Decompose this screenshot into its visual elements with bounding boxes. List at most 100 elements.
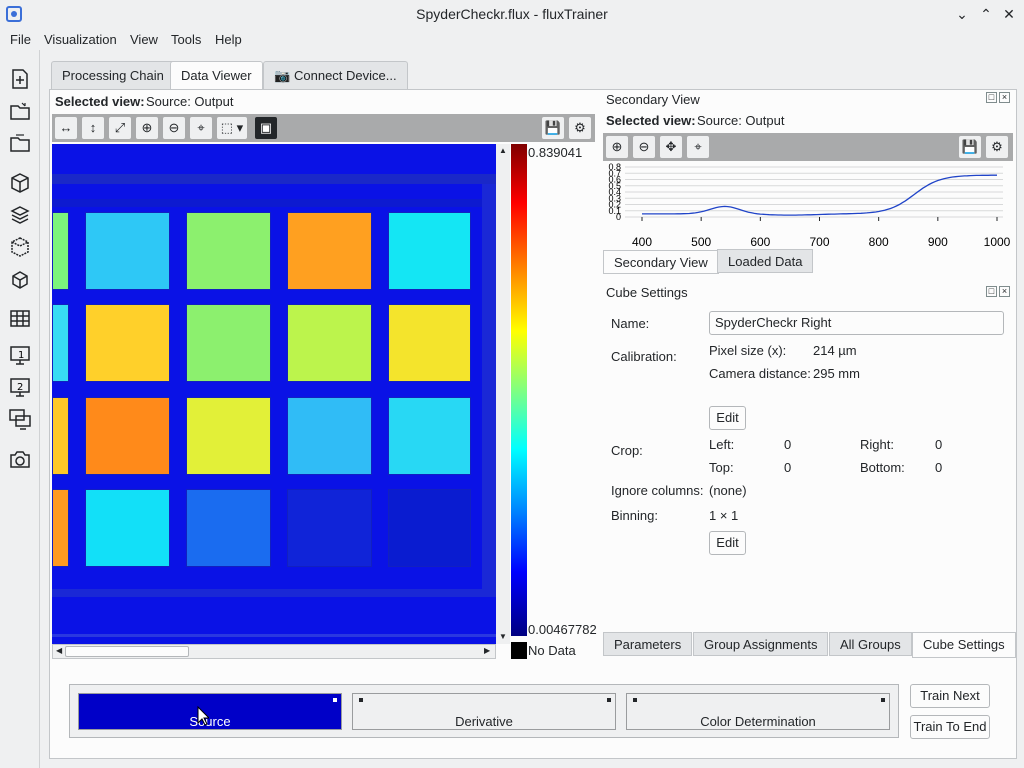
horizontal-scrollbar[interactable]: ◀ ▶ [52, 644, 496, 659]
image-view[interactable] [52, 144, 496, 644]
save-icon[interactable]: 💾 [959, 136, 981, 158]
color-patch [186, 489, 271, 567]
window-title: SpyderCheckr.flux - fluxTrainer [416, 6, 608, 22]
crop-label: Crop: [611, 443, 643, 458]
zoom-in-icon[interactable]: ⊕ [136, 117, 158, 139]
processing-chain-bar: Source Derivative Color Determination [69, 684, 899, 738]
zoom-in-icon[interactable]: ⊕ [606, 136, 628, 158]
save-icon[interactable]: 💾 [542, 117, 564, 139]
float-icon[interactable]: □ [986, 92, 997, 103]
frame-edge [52, 174, 496, 184]
view-toolbar: ↔ ↕ ⤢ ⊕ ⊖ ⌖ ⬚ ▾ ▣ 💾 ⚙ [52, 114, 595, 142]
menu-tools[interactable]: Tools [171, 32, 201, 47]
close-panel-icon[interactable]: × [999, 92, 1010, 103]
menu-help[interactable]: Help [215, 32, 242, 47]
crosshair-icon[interactable]: ⌖ [687, 136, 709, 158]
folder-icon[interactable] [8, 131, 32, 155]
name-input[interactable]: SpyderCheckr Right [709, 311, 1004, 335]
fit-all-icon[interactable]: ⤢ [109, 117, 131, 139]
selected-view-label: Selected view: [55, 94, 145, 109]
x-tick-label: 600 [750, 235, 770, 249]
close-icon[interactable]: ✕ [999, 4, 1019, 24]
train-next-button[interactable]: Train Next [910, 684, 990, 708]
color-patch [52, 397, 69, 475]
zoom-out-icon[interactable]: ⊖ [633, 136, 655, 158]
spectrum-plot[interactable]: 0.8 0.7 0.6 0.5 0.4 0.3 0.2 0.1 0 400 500 600 700 80… [603, 161, 1013, 249]
colorbar-min: 0.00467782 [528, 622, 597, 637]
cube-small-icon[interactable] [8, 267, 32, 291]
left-toolbar: 1 2 [0, 50, 40, 768]
cube-settings-title: Cube Settings [606, 285, 688, 300]
scroll-down-icon[interactable]: ▼ [499, 632, 507, 641]
close-panel-icon[interactable]: × [999, 286, 1010, 297]
tab-loaded-data[interactable]: Loaded Data [717, 249, 814, 273]
selection-tool-icon[interactable]: ⬚ ▾ [217, 117, 247, 139]
menu-file[interactable]: File [10, 32, 31, 47]
binning-label: Binning: [611, 508, 658, 523]
tab-all-groups[interactable]: All Groups [829, 632, 912, 656]
train-to-end-button[interactable]: Train To End [910, 715, 990, 739]
cube-icon[interactable] [8, 171, 32, 195]
crop-right-label: Right: [860, 437, 894, 452]
tab-secondary-view[interactable]: Secondary View [603, 250, 719, 274]
binning-edit-button[interactable]: Edit [709, 531, 746, 555]
table-icon[interactable] [8, 306, 32, 330]
crosshair-icon[interactable]: ⌖ [190, 117, 212, 139]
menu-view[interactable]: View [130, 32, 158, 47]
calibration-edit-button[interactable]: Edit [709, 406, 746, 430]
crop-top-label: Top: [709, 460, 734, 475]
settings-gear-icon[interactable]: ⚙ [569, 117, 591, 139]
scroll-right-icon[interactable]: ▶ [484, 646, 490, 655]
camera-icon[interactable] [8, 447, 32, 471]
settings-gear-icon[interactable]: ⚙ [986, 136, 1008, 158]
tab-group-assignments[interactable]: Group Assignments [693, 632, 829, 656]
vertical-scrollbar[interactable]: ▲ ▼ [496, 144, 510, 644]
nodata-label: No Data [528, 643, 576, 658]
cube-split-icon[interactable] [8, 235, 32, 259]
ignore-columns-value: (none) [709, 483, 747, 498]
tab-connect-device[interactable]: 📷 Connect Device... [263, 61, 408, 89]
color-patch [52, 212, 69, 290]
new-file-icon[interactable] [8, 67, 32, 91]
float-icon[interactable]: □ [986, 286, 997, 297]
colorbar-max: 0.839041 [528, 145, 583, 160]
scroll-thumb[interactable] [65, 646, 189, 657]
camera-distance-label: Camera distance: [709, 366, 811, 381]
open-folder-icon[interactable] [8, 99, 32, 123]
crop-left-label: Left: [709, 437, 735, 452]
fit-width-icon[interactable]: ↔ [55, 117, 77, 139]
layers-icon[interactable] [8, 203, 32, 227]
multi-monitor-icon[interactable] [8, 407, 32, 431]
tab-processing-chain[interactable]: Processing Chain [51, 61, 175, 89]
minimize-icon[interactable]: ⌄ [952, 4, 972, 24]
color-patch [186, 397, 271, 475]
calibration-label: Calibration: [611, 349, 677, 364]
zoom-out-icon[interactable]: ⊖ [163, 117, 185, 139]
chain-step-source[interactable]: Source [78, 693, 342, 730]
svg-text:1: 1 [18, 350, 24, 361]
crop-bottom-value: 0 [935, 460, 943, 475]
ignore-columns-label: Ignore columns: [611, 483, 704, 498]
name-label: Name: [611, 316, 650, 331]
tab-cube-settings[interactable]: Cube Settings [912, 632, 1016, 658]
secondary-view-title: Secondary View [606, 92, 700, 107]
x-tick-label: 500 [691, 235, 711, 249]
colorbar [511, 144, 527, 636]
monitor-2-icon[interactable]: 2 [8, 375, 32, 399]
scroll-left-icon[interactable]: ◀ [56, 646, 62, 655]
scroll-up-icon[interactable]: ▲ [499, 146, 507, 155]
chain-step-derivative[interactable]: Derivative [352, 693, 616, 730]
tab-data-viewer[interactable]: Data Viewer [170, 61, 263, 90]
color-patch [287, 489, 372, 567]
maximize-icon[interactable]: ⌃ [976, 4, 996, 24]
chain-step-color-determination[interactable]: Color Determination [626, 693, 890, 730]
menu-visualization[interactable]: Visualization [44, 32, 117, 47]
chain-step-label: Color Determination [700, 714, 816, 729]
tab-parameters[interactable]: Parameters [603, 632, 693, 656]
chain-step-label: Derivative [455, 714, 513, 729]
monitor-1-icon[interactable]: 1 [8, 343, 32, 367]
fit-height-icon[interactable]: ↕ [82, 117, 104, 139]
color-patch [388, 212, 471, 290]
pan-icon[interactable]: ✥ [660, 136, 682, 158]
frame-icon[interactable]: ▣ [255, 117, 277, 139]
